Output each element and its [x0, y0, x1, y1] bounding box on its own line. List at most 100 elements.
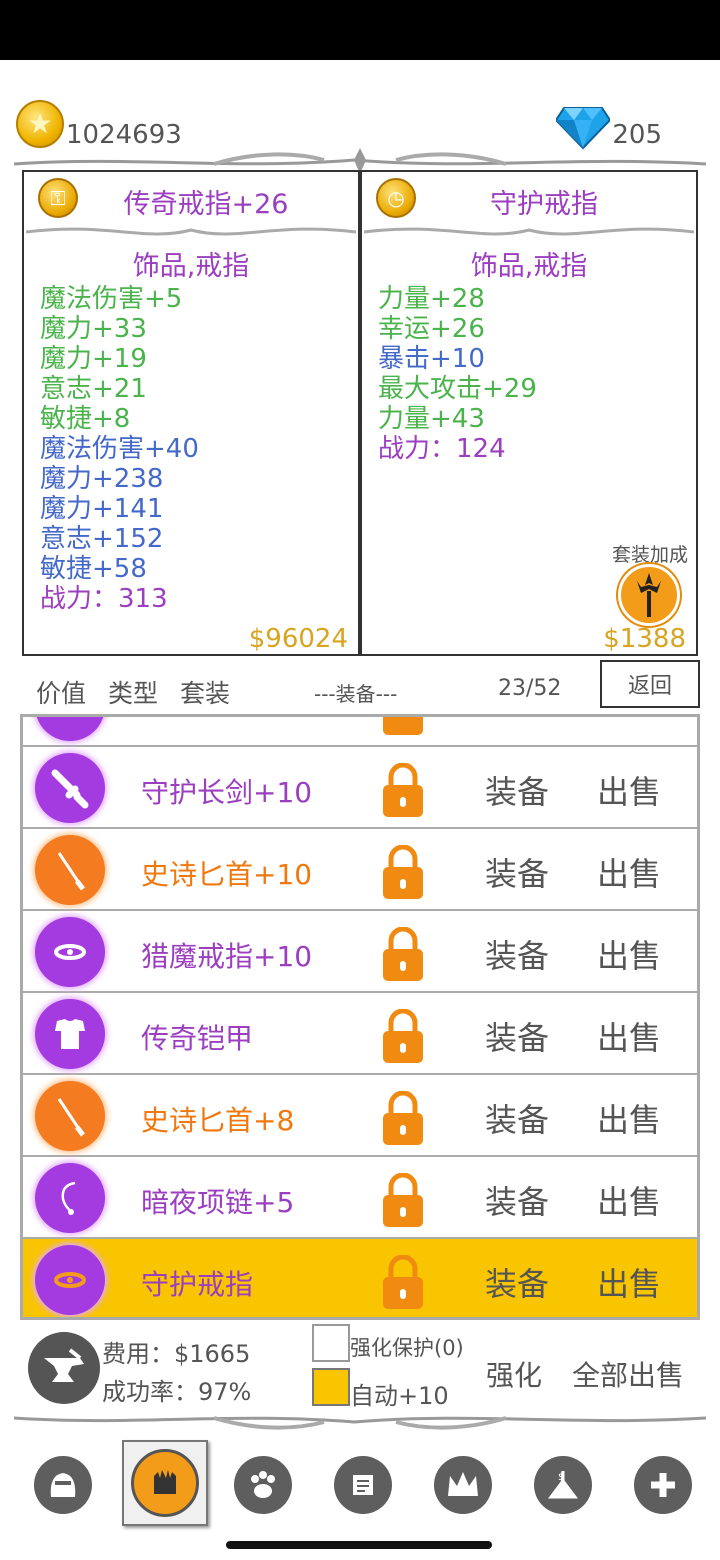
equip-button[interactable]: 装备: [485, 1259, 549, 1305]
lock-icon[interactable]: [383, 1255, 423, 1309]
list-item-selected[interactable]: 守护戒指 装备 出售: [23, 1239, 697, 1317]
stat-line: 暴击+10: [378, 344, 485, 374]
list-item[interactable]: [23, 714, 697, 747]
equip-button[interactable]: 装备: [485, 931, 549, 977]
item-price: $96024: [248, 624, 348, 654]
stat-line: 力量+28: [378, 284, 485, 314]
crown-icon[interactable]: [434, 1456, 492, 1514]
plus-icon[interactable]: [634, 1456, 692, 1514]
armor-icon: [35, 999, 105, 1069]
auto-enhance-checkbox[interactable]: [312, 1368, 350, 1406]
stat-line: 魔力+141: [40, 494, 164, 524]
sell-button[interactable]: 出售: [597, 1013, 661, 1059]
set-bonus-label: 套装加成: [611, 544, 688, 566]
sort-by-type-button[interactable]: 类型: [108, 674, 158, 710]
sell-button[interactable]: 出售: [597, 1177, 661, 1223]
sell-button[interactable]: 出售: [597, 931, 661, 977]
dagger-icon: [35, 835, 105, 905]
diamond-icon: [556, 107, 611, 150]
list-item[interactable]: 史诗匕首+10 装备 出售: [23, 829, 697, 911]
item-name: 猎魔戒指+10: [141, 940, 313, 973]
status-bar: [0, 0, 720, 60]
necklace-icon: [35, 1163, 105, 1233]
lock-icon[interactable]: [383, 845, 423, 899]
item-name: 史诗匕首+8: [141, 1104, 295, 1137]
shop-icon[interactable]: $: [534, 1456, 592, 1514]
scroll-icon[interactable]: [334, 1456, 392, 1514]
sword-icon: [35, 753, 105, 823]
sort-by-value-button[interactable]: 价值: [36, 674, 86, 710]
bottom-ornament: [14, 1416, 706, 1430]
trident-icon: [637, 573, 661, 617]
lock-icon[interactable]: [383, 1091, 423, 1145]
item-name: 传奇铠甲: [141, 1022, 254, 1055]
sell-all-button[interactable]: 全部出售: [572, 1354, 684, 1394]
ring-icon: [35, 917, 105, 987]
section-label: ---装备---: [314, 682, 398, 706]
stat-line: 敏捷+58: [40, 554, 147, 584]
item-name: 守护长剑+10: [141, 776, 313, 809]
nav-equipment-tab-active[interactable]: [122, 1440, 208, 1526]
inventory-count: 23/52: [498, 676, 562, 701]
item-type: 饰品,戒指: [470, 251, 588, 282]
anvil-icon: [28, 1332, 100, 1404]
panel-ornament: [26, 227, 356, 236]
stat-line: 魔法伤害+5: [40, 284, 183, 314]
enhance-button[interactable]: 强化: [486, 1354, 542, 1394]
equip-button[interactable]: 装备: [485, 1095, 549, 1141]
sell-button[interactable]: 出售: [597, 1259, 661, 1305]
list-item[interactable]: 史诗匕首+8 装备 出售: [23, 1075, 697, 1157]
paw-icon[interactable]: [234, 1456, 292, 1514]
stat-line: 魔法伤害+40: [40, 434, 199, 464]
protect-checkbox[interactable]: [312, 1324, 350, 1362]
list-item[interactable]: 传奇铠甲 装备 出售: [23, 993, 697, 1075]
bottom-nav: $: [0, 1440, 720, 1530]
lock-icon[interactable]: [383, 714, 423, 735]
item-name: 守护戒指: [141, 1268, 254, 1301]
stat-line: 魔力+33: [40, 314, 147, 344]
equip-button[interactable]: 装备: [485, 849, 549, 895]
success-rate: 成功率：97%: [102, 1378, 252, 1406]
lock-icon[interactable]: [383, 763, 423, 817]
stat-line: 魔力+19: [40, 344, 147, 374]
list-item[interactable]: 猎魔戒指+10 装备 出售: [23, 911, 697, 993]
equip-button[interactable]: 装备: [485, 1177, 549, 1223]
selected-item-panel: ◷ 守护戒指 饰品,戒指 力量+28 幸运+26 暴击+10 最大攻击+29 力…: [360, 170, 698, 656]
item-price: $1388: [603, 624, 686, 654]
enhance-panel: 费用：$1665 成功率：97% 强化保护(0) 自动+10 强化 全部出售: [20, 1320, 700, 1416]
inventory-list[interactable]: 守护长剑+10 装备 出售 史诗匕首+10 装备 出售 猎魔戒指+10 装备 出…: [20, 714, 700, 1320]
item-stats: 力量+28 幸运+26 暴击+10 最大攻击+29 力量+43 战力：124: [378, 284, 537, 464]
sort-bar: 价值 类型 套装 ---装备--- 23/52 返回: [22, 660, 700, 716]
sell-button[interactable]: 出售: [597, 849, 661, 895]
sell-button[interactable]: 出售: [597, 1095, 661, 1141]
stat-line: 敏捷+8: [40, 404, 131, 434]
equip-button[interactable]: 装备: [485, 767, 549, 813]
gem-counter: 205: [556, 100, 662, 150]
lock-icon[interactable]: [383, 1009, 423, 1063]
stat-line: 最大攻击+29: [378, 374, 537, 404]
item-name: 史诗匕首+10: [141, 858, 313, 891]
list-item[interactable]: 暗夜项链+5 装备 出售: [23, 1157, 697, 1239]
stat-line: 幸运+26: [378, 314, 485, 344]
gold-counter: ★ 1024693: [16, 100, 182, 150]
item-stats: 魔法伤害+5 魔力+33 魔力+19 意志+21 敏捷+8 魔法伤害+40 魔力…: [40, 284, 199, 614]
svg-text:$: $: [558, 1472, 564, 1483]
set-bonus-icon[interactable]: [618, 564, 680, 626]
list-item[interactable]: 守护长剑+10 装备 出售: [23, 747, 697, 829]
lock-icon[interactable]: [383, 927, 423, 981]
back-button[interactable]: 返回: [600, 660, 700, 708]
home-indicator[interactable]: [226, 1541, 492, 1549]
helmet-icon[interactable]: [34, 1456, 92, 1514]
stat-line: 意志+21: [40, 374, 147, 404]
sort-by-set-button[interactable]: 套装: [180, 674, 230, 710]
panel-ornament: [364, 227, 694, 236]
sell-button[interactable]: 出售: [597, 767, 661, 813]
item-title: 传奇戒指+26: [123, 189, 289, 220]
stat-line: 力量+43: [378, 404, 485, 434]
power-line: 战力：313: [40, 584, 168, 614]
equip-button[interactable]: 装备: [485, 1013, 549, 1059]
ring-icon: [35, 1245, 105, 1315]
lock-icon[interactable]: [383, 1173, 423, 1227]
gold-coin-icon: ★: [16, 100, 64, 148]
stat-line: 意志+152: [40, 524, 164, 554]
